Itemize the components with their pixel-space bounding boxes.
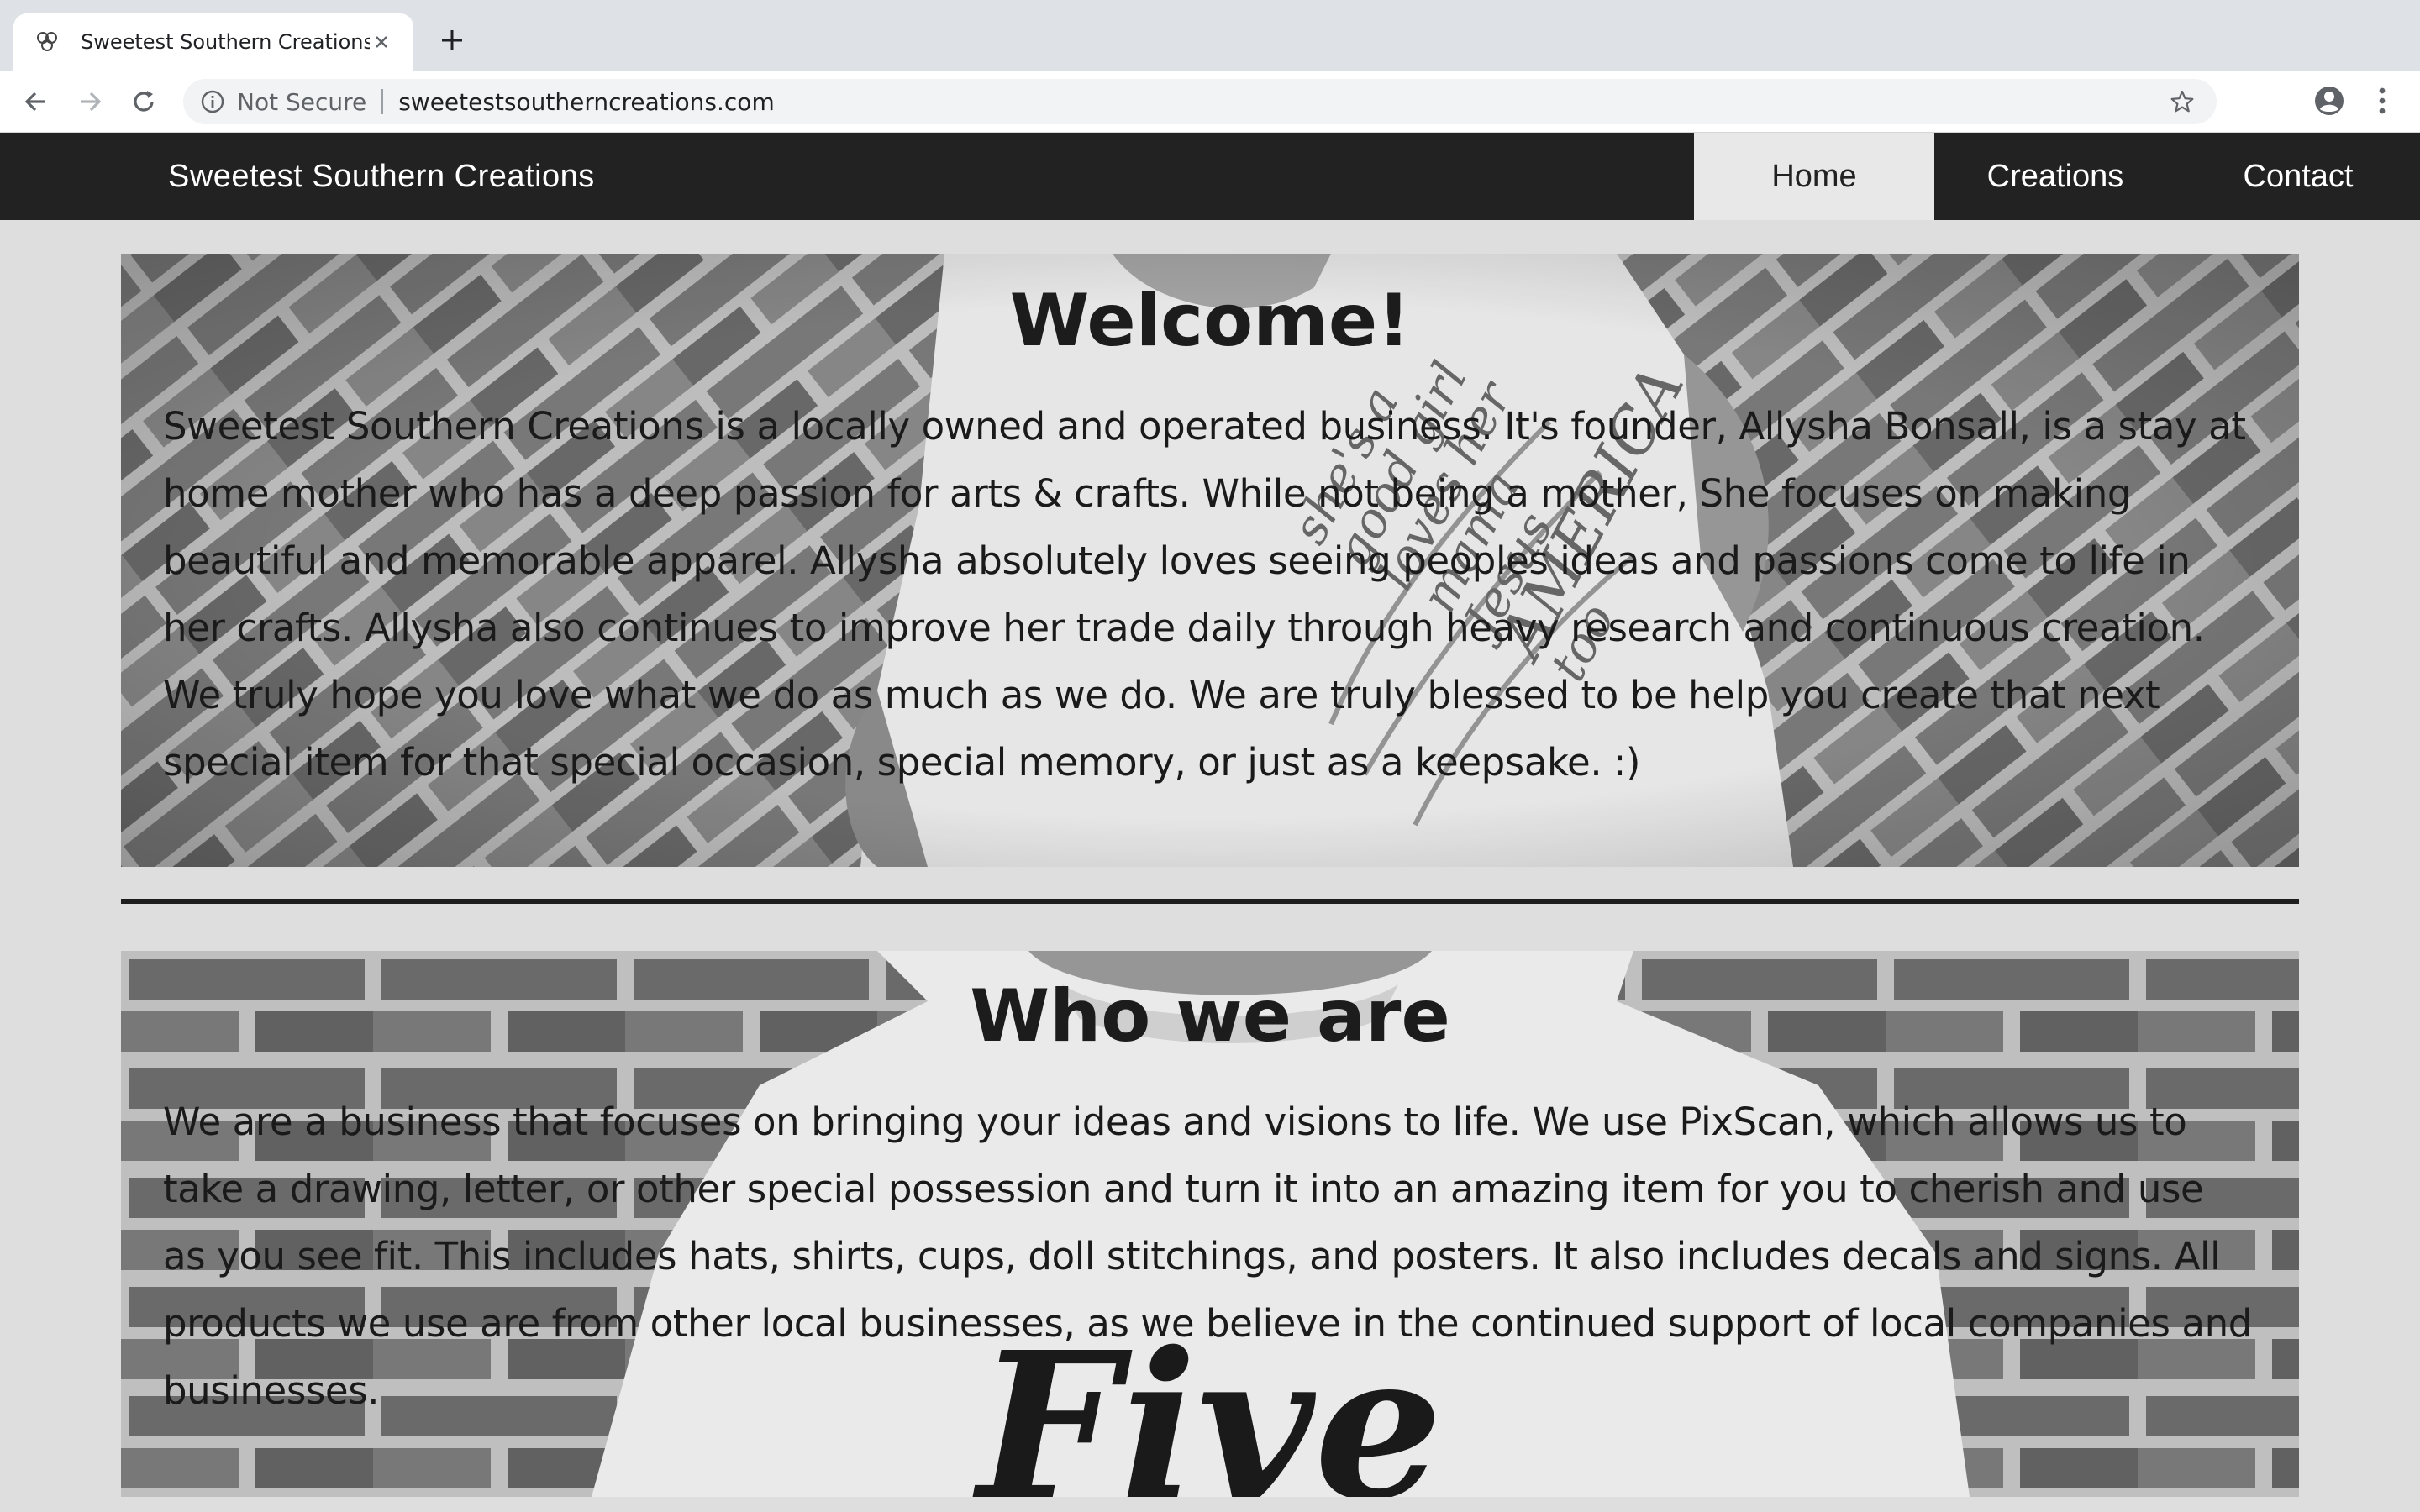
nav-home[interactable]: Home xyxy=(1694,133,1934,220)
nav-links: Home Creations Contact xyxy=(1694,133,2420,220)
welcome-heading: Welcome! xyxy=(1009,279,1411,363)
welcome-text: Sweetest Southern Creations is a locally… xyxy=(163,404,2246,785)
favicon-icon xyxy=(37,32,57,51)
browser-toolbar: Not Secure sweetestsoutherncreations.com xyxy=(0,71,2420,133)
url-text[interactable]: sweetestsoutherncreations.com xyxy=(398,88,775,116)
welcome-section: she's a good girl loves her mama Jesus AMERIC… xyxy=(121,254,2299,867)
back-icon[interactable] xyxy=(17,82,55,121)
info-icon[interactable] xyxy=(200,89,225,114)
profile-icon[interactable] xyxy=(2312,84,2346,118)
address-bar[interactable]: Not Secure sweetestsoutherncreations.com xyxy=(183,79,2217,124)
browser-tab[interactable]: Sweetest Southern Creations xyxy=(13,13,413,71)
close-icon[interactable] xyxy=(370,30,393,54)
star-icon[interactable] xyxy=(2170,89,2195,114)
nav-contact[interactable]: Contact xyxy=(2176,133,2420,220)
reload-icon[interactable] xyxy=(124,82,163,121)
plus-icon[interactable] xyxy=(435,24,469,57)
browser-tabstrip: Sweetest Southern Creations xyxy=(0,0,2420,71)
security-label: Not Secure xyxy=(237,87,367,116)
who-we-are-heading: Who we are xyxy=(970,974,1450,1058)
section-divider xyxy=(121,899,2299,904)
site-brand[interactable]: Sweetest Southern Creations xyxy=(168,133,595,220)
site-navbar: Sweetest Southern Creations Home Creatio… xyxy=(0,133,2420,220)
forward-icon[interactable] xyxy=(71,82,109,121)
nav-creations[interactable]: Creations xyxy=(1934,133,2176,220)
omnibox-separator xyxy=(381,89,384,114)
who-we-are-text: We are a business that focuses on bringi… xyxy=(163,1100,2252,1413)
who-we-are-section: Five Who we are We are a business that f… xyxy=(121,951,2299,1497)
menu-icon[interactable] xyxy=(2371,84,2393,118)
tab-title: Sweetest Southern Creations xyxy=(81,30,370,54)
